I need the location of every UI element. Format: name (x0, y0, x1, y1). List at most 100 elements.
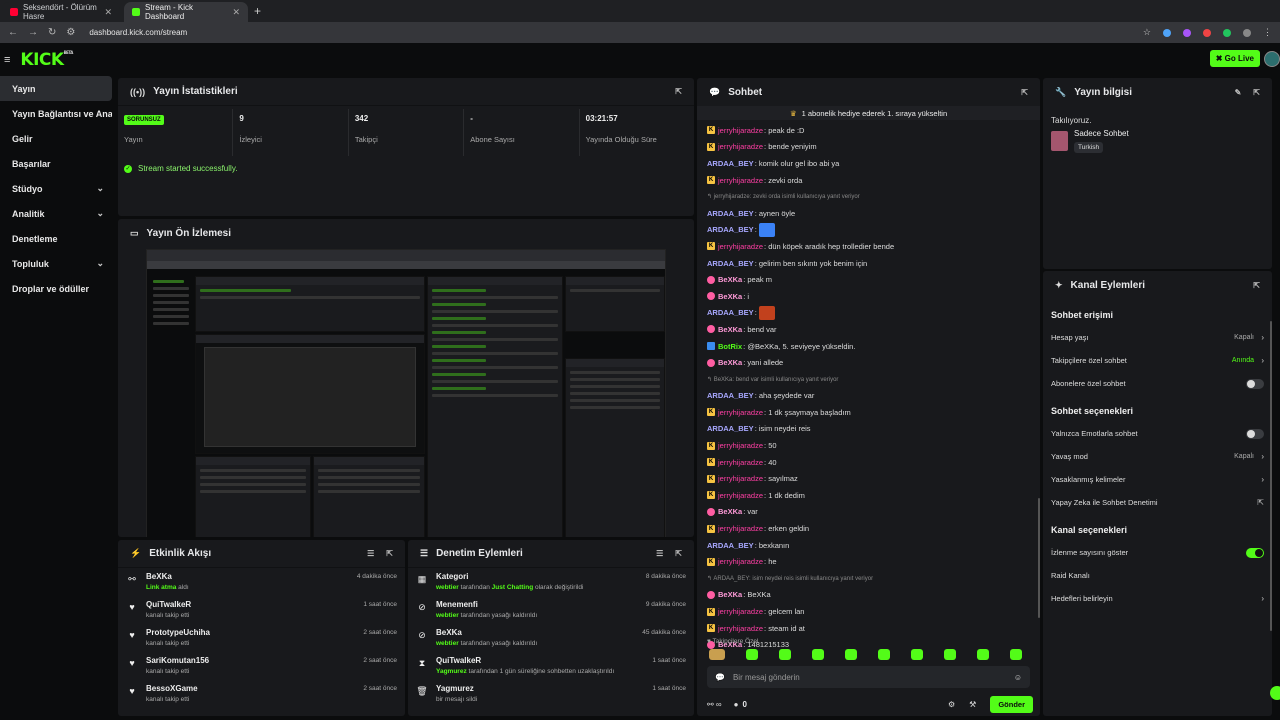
emote-icon[interactable] (779, 649, 791, 660)
browser-tab-kick[interactable]: Stream - Kick Dashboard ✕ (124, 2, 248, 22)
chat-message[interactable]: ARDAA_BEY: komik olur gel ibo abi ya (697, 155, 1040, 172)
emote-icon[interactable] (911, 649, 923, 660)
filter-icon[interactable]: ☰ (367, 549, 374, 558)
popout-icon[interactable]: ⇱ (1021, 88, 1028, 97)
emoji-icon[interactable]: ☺ (1014, 673, 1022, 682)
chat-message[interactable]: BeXKa: yani allede (697, 354, 1040, 371)
floating-action-button[interactable] (1270, 686, 1280, 700)
chat-message[interactable]: Kjerryhijaradze: 1 dk dedim (697, 487, 1040, 504)
stream-preview-video[interactable] (146, 249, 666, 537)
emote-icon[interactable] (845, 649, 857, 660)
chat-reply-context[interactable]: ↰ jerryhijaradze: zevki orda isimli kull… (697, 188, 1040, 205)
chat-message[interactable]: Kjerryhijaradze: he (697, 553, 1040, 570)
chat-username[interactable]: ARDAA_BEY (707, 424, 754, 433)
chat-messages[interactable]: Kjerryhijaradze: peak de :D Kjerryhijarad… (697, 122, 1040, 712)
chat-username[interactable]: jerryhijaradze (718, 624, 763, 633)
edit-icon[interactable]: ✎ (1235, 88, 1242, 97)
chat-message[interactable]: BeXKa: i (697, 288, 1040, 305)
chat-username[interactable]: jerryhijaradze (718, 408, 763, 417)
chat-message[interactable]: Kjerryhijaradze: gelcem lan (697, 603, 1040, 620)
url-field[interactable]: dashboard.kick.com/stream (89, 28, 187, 37)
sidebar-item-denetleme[interactable]: Denetleme (0, 226, 112, 251)
new-tab-button[interactable]: + (254, 4, 261, 18)
chat-username[interactable]: BeXKa (718, 292, 742, 301)
popout-icon[interactable]: ⇱ (675, 87, 682, 96)
sidebar-item-studyo[interactable]: Stüdyo ⌄ (0, 176, 112, 201)
chat-username[interactable]: jerryhijaradze (718, 474, 763, 483)
chat-username[interactable]: ARDAA_BEY (707, 259, 754, 268)
hamburger-icon[interactable]: ≡ (4, 54, 10, 66)
banned-words-row[interactable]: Yasaklanmış kelimeler › (1043, 468, 1272, 491)
chat-username[interactable]: ARDAA_BEY (707, 541, 754, 550)
chat-message[interactable]: Kjerryhijaradze: bende yeniyim (697, 139, 1040, 156)
avatar[interactable] (1264, 51, 1280, 67)
chat-input[interactable]: 💬 Bir mesaj gönderin ☺ (707, 666, 1030, 688)
chat-message[interactable]: Kjerryhijaradze: 50 (697, 437, 1040, 454)
chat-username[interactable]: jerryhijaradze (718, 491, 763, 500)
chat-username[interactable]: ARDAA_BEY (707, 308, 754, 317)
kick-logo[interactable]: KICKBETA (20, 50, 73, 70)
popout-icon[interactable]: ⇱ (386, 549, 393, 558)
chat-username[interactable]: BeXKa (718, 590, 742, 599)
mod-tools-icon[interactable]: ⚒ (969, 700, 976, 709)
extension-icon[interactable] (1163, 28, 1171, 37)
set-goals-row[interactable]: Hedefleri belirleyin › (1043, 587, 1272, 610)
chat-message[interactable]: ARDAA_BEY: isim neydei reis (697, 421, 1040, 438)
gift-sub-banner[interactable]: ♛ 1 abonelik hediye ederek 1. sıraya yük… (697, 106, 1040, 120)
extension-icon[interactable] (1203, 28, 1211, 37)
chat-username[interactable]: BeXKa (718, 358, 742, 367)
chat-message[interactable]: Kjerryhijaradze: dün köpek aradık hep tr… (697, 238, 1040, 255)
filter-icon[interactable]: ☰ (656, 549, 663, 558)
chat-scrollbar[interactable] (1038, 498, 1040, 618)
chat-message[interactable]: ARDAA_BEY: aynen öyle (697, 205, 1040, 222)
gear-icon[interactable]: ⚙ (948, 700, 955, 709)
link-icon[interactable]: ⚯ ∞ (707, 700, 722, 709)
sidebar-item-analitik[interactable]: Analitik ⌄ (0, 201, 112, 226)
chat-message[interactable]: BeXKa: peak m (697, 271, 1040, 288)
chat-username[interactable]: ARDAA_BEY (707, 209, 754, 218)
sidebar-item-yayin[interactable]: Yayın (0, 76, 112, 101)
back-icon[interactable]: ← (8, 27, 18, 38)
chat-message[interactable]: ARDAA_BEY: gelirim ben sıkıntı yok benim… (697, 255, 1040, 272)
popout-icon[interactable]: ⇱ (675, 549, 682, 558)
extension-icon[interactable] (1243, 28, 1251, 37)
chat-username[interactable]: jerryhijaradze (718, 242, 763, 251)
account-age-row[interactable]: Hesap yaşı Kapalı › (1043, 326, 1272, 349)
chat-message[interactable]: ARDAA_BEY: (697, 305, 1040, 322)
chat-message[interactable]: Kjerryhijaradze: erken geldin (697, 520, 1040, 537)
extension-icon[interactable] (1183, 28, 1191, 37)
reload-icon[interactable]: ↻ (48, 27, 56, 38)
chat-reply-context[interactable]: ↰ ARDAA_BEY: isim neydei reis isimli kul… (697, 570, 1040, 587)
chat-username[interactable]: jerryhijaradze (718, 176, 763, 185)
send-button[interactable]: Gönder (990, 695, 1033, 713)
chat-username[interactable]: jerryhijaradze (718, 557, 763, 566)
chat-username[interactable]: jerryhijaradze (718, 458, 763, 467)
chat-message[interactable]: Kjerryhijaradze: steam id at (697, 620, 1040, 637)
chat-message[interactable]: ARDAA_BEY: (697, 222, 1040, 239)
chat-username[interactable]: BotRix (718, 342, 742, 351)
chat-message[interactable]: BeXKa: bend var (697, 321, 1040, 338)
chat-username[interactable]: BeXKa (718, 325, 742, 334)
sidebar-item-droplar[interactable]: Droplar ve ödüller (0, 276, 112, 301)
emote-icon[interactable] (812, 649, 824, 660)
emote-icon[interactable] (878, 649, 890, 660)
subscribers-only-toggle[interactable] (1246, 378, 1264, 389)
sidebar-item-stream-key[interactable]: Yayın Bağlantısı ve Anahtarı (0, 101, 112, 126)
emote-icon[interactable] (944, 649, 956, 660)
chat-message[interactable]: Kjerryhijaradze: sayılmaz (697, 470, 1040, 487)
emote-icon[interactable] (709, 649, 725, 660)
chat-username[interactable]: ARDAA_BEY (707, 159, 754, 168)
forward-icon[interactable]: → (28, 27, 38, 38)
sidebar-item-topluluk[interactable]: Topluluk ⌄ (0, 251, 112, 276)
chat-username[interactable]: jerryhijaradze (718, 142, 763, 151)
chat-message[interactable]: Kjerryhijaradze: 40 (697, 454, 1040, 471)
chat-message[interactable]: BotRix: @BeXKa, 5. seviyeye yükseldin. (697, 338, 1040, 355)
popout-icon[interactable]: ⇱ (1253, 88, 1260, 97)
chat-username[interactable]: jerryhijaradze (718, 441, 763, 450)
ai-moderation-row[interactable]: Yapay Zeka ile Sohbet Denetimi ⇱ (1043, 491, 1272, 514)
chat-username[interactable]: ARDAA_BEY (707, 225, 754, 234)
slow-mode-row[interactable]: Yavaş mod Kapalı › (1043, 445, 1272, 468)
close-icon[interactable]: ✕ (104, 7, 112, 18)
chat-username[interactable]: BeXKa (718, 275, 742, 284)
raid-channel-row[interactable]: Raid Kanalı (1043, 564, 1272, 587)
